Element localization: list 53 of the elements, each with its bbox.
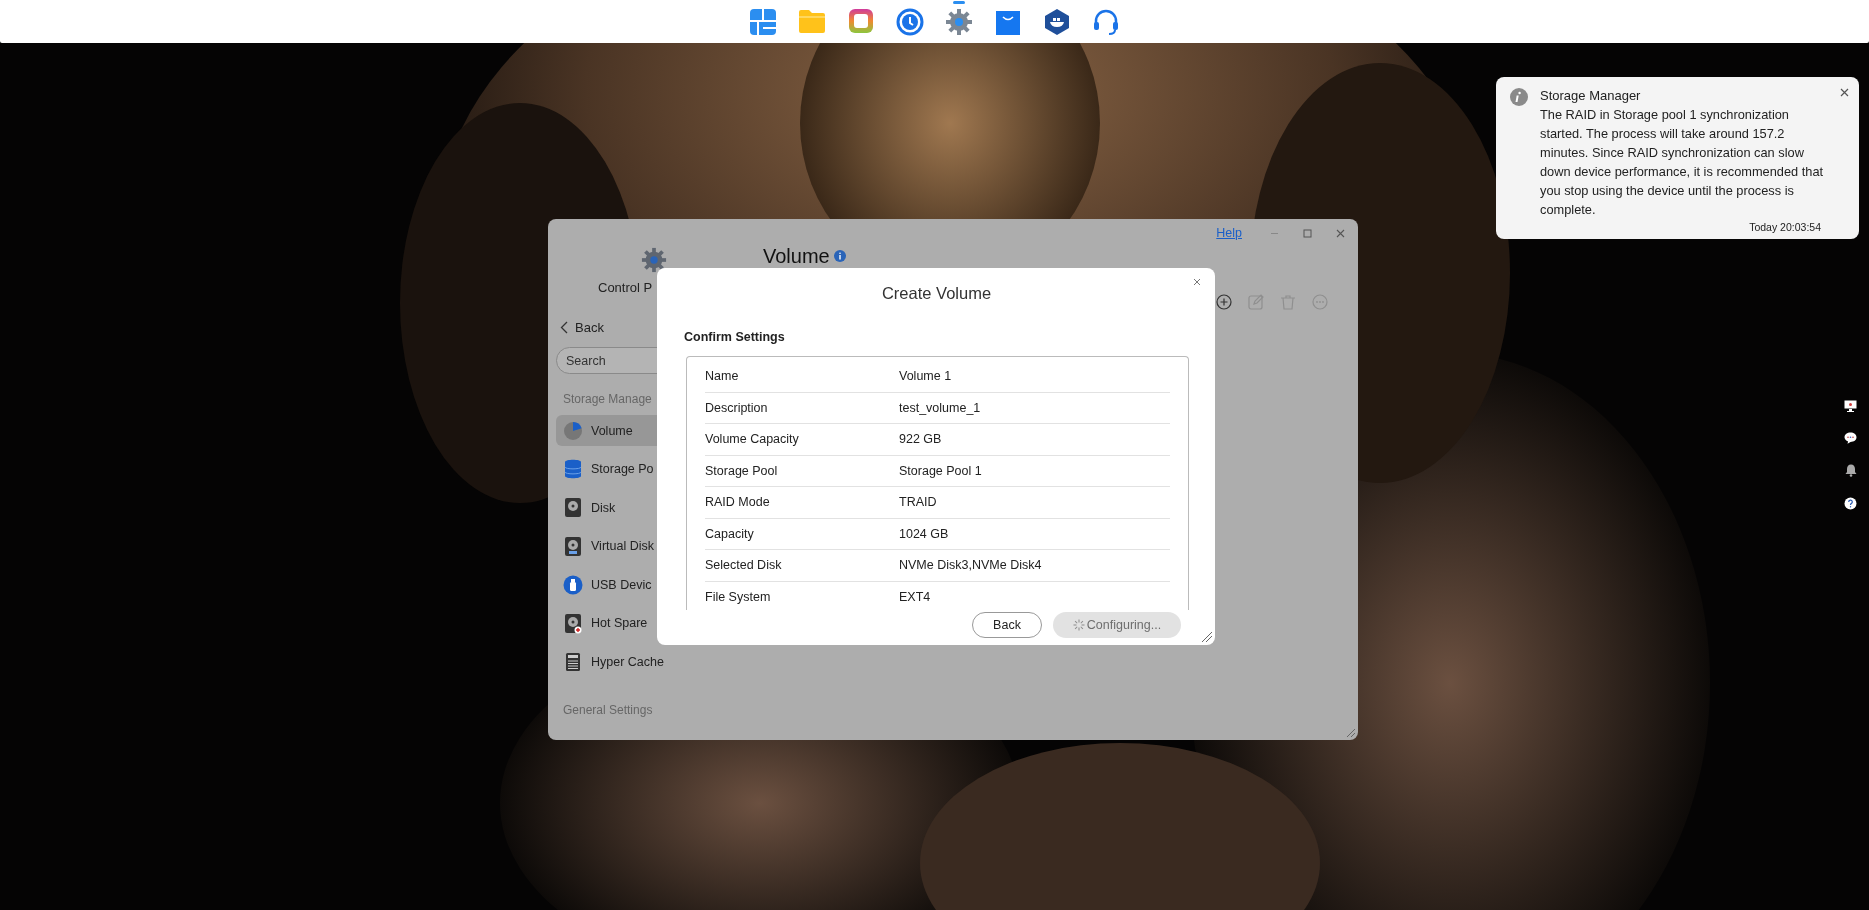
- notification-message: The RAID in Storage pool 1 synchronization started. The process will take around 157.2 minutes. Since RAID synchronization can slow down device performance, it is recommended that you stop using the device until the process is complete.: [1540, 106, 1825, 219]
- chat-icon[interactable]: [1844, 432, 1857, 444]
- close-icon[interactable]: [1336, 228, 1345, 238]
- bell-icon[interactable]: [1844, 464, 1857, 477]
- section-heading: General Settings: [563, 702, 654, 717]
- spinner-icon: [1072, 619, 1085, 631]
- setting-value: 1024 GB: [899, 526, 949, 541]
- back-link[interactable]: Back: [556, 320, 604, 335]
- setting-value: test_volume_1: [899, 400, 981, 415]
- setting-label: Description: [705, 400, 769, 415]
- monitor-icon[interactable]: [1844, 400, 1857, 412]
- section-title: Confirm Settings: [684, 330, 786, 344]
- notification-time: Today 20:03:54: [1748, 221, 1821, 233]
- setting-value: NVMe Disk3,NVMe Disk4: [899, 558, 1042, 573]
- settings-icon: [945, 7, 973, 36]
- setting-value: 922 GB: [899, 432, 942, 447]
- setting-value: Storage Pool 1: [899, 463, 982, 478]
- photos-icon: [848, 7, 874, 34]
- whale-icon: [1044, 7, 1070, 36]
- usb-drive-icon: [563, 574, 583, 595]
- tiles-icon: [749, 7, 777, 36]
- add-button[interactable]: [1215, 294, 1232, 311]
- page-title: Volume: [763, 245, 830, 267]
- settings-icon: [641, 247, 667, 273]
- close-icon[interactable]: [1193, 278, 1201, 286]
- resize-grip-icon[interactable]: [1201, 631, 1213, 643]
- database-icon: [563, 459, 583, 479]
- back-button[interactable]: Back: [972, 612, 1042, 638]
- app-label: Control P: [598, 280, 653, 295]
- chevron-left-icon: [560, 321, 568, 334]
- info-icon: [1510, 88, 1528, 106]
- clock-icon: [896, 7, 924, 36]
- setting-label: Storage Pool: [705, 463, 779, 478]
- setting-label: File System: [705, 589, 772, 604]
- resize-grip-icon[interactable]: [1346, 728, 1356, 738]
- setting-label: RAID Mode: [705, 495, 771, 510]
- setting-value: Volume 1: [899, 369, 952, 384]
- help-icon[interactable]: [1844, 497, 1857, 510]
- setting-value: TRAID: [899, 495, 937, 510]
- section-heading: Storage Manage: [563, 392, 653, 406]
- setting-label: Capacity: [705, 526, 755, 541]
- pie-chart-icon: [563, 420, 583, 441]
- sidebar-item[interactable]: Hyper Cache: [556, 646, 746, 677]
- info-icon: [833, 250, 846, 262]
- folder-icon: [798, 7, 826, 34]
- close-icon[interactable]: [1840, 88, 1849, 97]
- maximize-icon[interactable]: [1303, 228, 1312, 238]
- setting-label: Selected Disk: [705, 558, 783, 573]
- headset-icon: [1093, 7, 1119, 36]
- dialog-title: Create Volume: [880, 284, 993, 304]
- setting-value: EXT4: [899, 589, 931, 604]
- notification-title: Storage Manager: [1540, 87, 1641, 105]
- ssd-icon: [563, 651, 583, 672]
